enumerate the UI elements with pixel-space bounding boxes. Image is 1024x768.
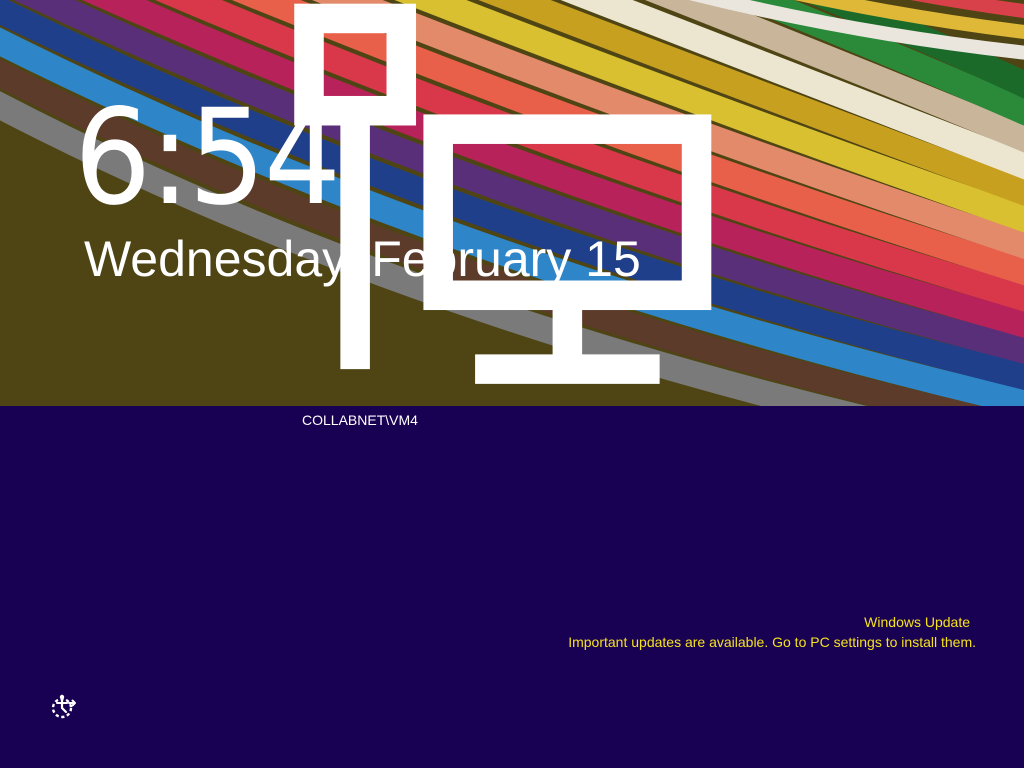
lock-screen[interactable]: 6:54 Wednesday, February 15 COLLABNET\VM… [0, 0, 1024, 768]
account-username[interactable]: COLLABNET\VM4 [302, 412, 418, 428]
windows-update-notification: Windows Update Important updates are ava… [556, 612, 976, 652]
lock-screen-wallpaper: 6:54 Wednesday, February 15 [0, 0, 1024, 406]
login-panel: COLLABNET\VM4 Windows Update Important u… [0, 406, 1024, 768]
ease-of-access-icon[interactable] [50, 694, 78, 720]
network-wired-icon [294, 3, 712, 384]
notification-message: Important updates are available. Go to P… [568, 634, 976, 650]
notification-title: Windows Update [864, 614, 970, 630]
